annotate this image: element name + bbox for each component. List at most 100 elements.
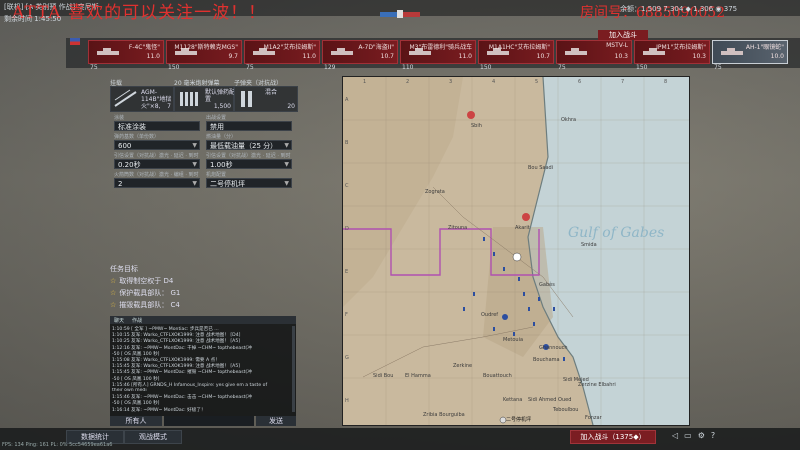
vehicle-br: 11.0 xyxy=(302,53,316,60)
star-icon: ☆ xyxy=(110,289,117,297)
fuse-select-2[interactable]: 1.00秒 ▼ xyxy=(206,159,292,169)
team-score-bar xyxy=(380,10,420,18)
vehicle-slot[interactable]: A-7D"海盗II" 10.7 xyxy=(322,40,398,64)
city-label: Bouattouch xyxy=(483,373,512,379)
tab-chat[interactable]: 聊天 xyxy=(114,317,124,324)
vehicle-icon xyxy=(565,48,587,55)
vehicle-name: IPM1"艾布拉姆斯" xyxy=(656,44,706,51)
chat-message: 1:15:45 友军: Warko_CTFLXOK1999: 注意 战术地图！ … xyxy=(112,364,241,370)
missile-icon xyxy=(114,89,137,107)
help-icon[interactable]: ? xyxy=(711,431,721,440)
vehicle-br: 9.7 xyxy=(228,53,238,60)
city-label: Okhra xyxy=(561,117,577,123)
belt-icon xyxy=(241,91,252,107)
chat-message: 1:10:25 友军: Warko_CTFLXOK1999: 注意 战术地图！ … xyxy=(112,339,241,345)
chat-message: 1:15:46 友军: ~PMW~ MontDac: 击击 ~CHM~ topt… xyxy=(112,395,252,401)
objective-2: ☆ 保护载具部队： G1 xyxy=(110,288,180,298)
system-icons: ◁▭⚙? xyxy=(672,431,721,440)
join-battle-button[interactable]: 加入战斗（1375◆） xyxy=(570,430,656,444)
rocket-label: 火箭筒数（对抗战）激光 · 编组 · 到时 xyxy=(114,172,199,178)
chevron-down-icon: ▼ xyxy=(192,142,197,149)
star-icon: ☆ xyxy=(110,277,117,285)
city-label: Gabès xyxy=(539,282,555,288)
map-column-label: 1 xyxy=(363,79,367,85)
spawn-select[interactable]: 二号停机坪 ▼ xyxy=(206,178,292,188)
ammo-label: 弹药基数（单份数） xyxy=(114,134,160,140)
vehicle-slot[interactable]: IPM1"艾布拉姆斯" 10.3 xyxy=(634,40,710,64)
vehicle-slot[interactable]: M3"布雷德利"骑兵战车 11.0 xyxy=(400,40,476,64)
enemy-score xyxy=(403,12,420,17)
fuse-select-1[interactable]: 0.20秒 ▼ xyxy=(114,159,200,169)
city-label: Bouchama xyxy=(533,357,560,363)
vehicle-br: 10.3 xyxy=(614,53,628,60)
vehicle-spawn-cost: 129 xyxy=(324,64,336,71)
map-row-label: H xyxy=(345,398,349,404)
vehicle-slot[interactable]: MSTV-L 10.3 xyxy=(556,40,632,64)
city-label: Zerkine xyxy=(453,363,473,369)
chat-panel: 聊天 作战 1:10:59 [ 全军 ] ~PMW~ Montiac: 步兵是否… xyxy=(110,316,296,416)
city-label: Kettana xyxy=(503,397,523,403)
city-label: Oudref xyxy=(481,312,499,318)
vehicle-spawn-cost: 150 xyxy=(480,64,492,71)
map-column-label: 7 xyxy=(621,79,625,85)
weapon-preset-slot[interactable]: AGM-114B"地狱火"×8, 7 xyxy=(110,86,174,112)
map-row-label: G xyxy=(345,355,349,361)
vehicle-name: AH-1"眼镜蛇" xyxy=(745,44,784,51)
vehicle-slot[interactable]: M1A1HC"艾布拉姆斯" 10.7 xyxy=(478,40,554,64)
deploy-value: 禁用 xyxy=(210,123,224,131)
star-icon: ☆ xyxy=(110,301,117,309)
rocket-select[interactable]: 2 ▼ xyxy=(114,178,200,188)
deploy-select[interactable]: 禁用 xyxy=(206,121,292,131)
vehicle-slot[interactable]: AH-1"眼镜蛇" 10.0 xyxy=(712,40,788,64)
vehicle-spawn-cost: 110 xyxy=(402,64,414,71)
tab-battle[interactable]: 作战 xyxy=(132,317,142,324)
city-label: Smida xyxy=(581,242,597,248)
chat-scrollbar[interactable] xyxy=(292,326,295,412)
screen-icon[interactable]: ▭ xyxy=(684,431,698,440)
chat-channel-button[interactable]: 所有人 xyxy=(110,416,162,426)
city-label: Ghannouch xyxy=(539,345,568,351)
vehicle-br: 10.7 xyxy=(536,53,550,60)
rocket-value: 2 xyxy=(118,180,123,188)
vehicle-spawn-cost: 75 xyxy=(714,64,722,71)
chat-message: 1:16:14 友军: ~PMW~ MontDac: 好极了！ xyxy=(112,407,206,413)
city-label: Sidi Ahmed Oued xyxy=(528,397,572,403)
spectate-button[interactable]: 观战模式 xyxy=(124,430,182,444)
join-battle-top-button[interactable]: 加入战斗 xyxy=(598,30,648,40)
fuel-select[interactable]: 最低载油量（25 分） ▼ xyxy=(206,140,292,150)
vehicle-slot[interactable]: M1A2"艾布拉姆斯" 11.0 xyxy=(244,40,320,64)
send-button[interactable]: 发送 xyxy=(256,416,296,426)
fuse-value-1: 0.20秒 xyxy=(118,161,141,169)
nation-flag-icon xyxy=(70,38,80,45)
chat-message: their own medi xyxy=(112,388,147,393)
settings-icon[interactable]: ⚙ xyxy=(698,431,711,440)
chat-tabs: 聊天 作战 xyxy=(110,316,296,324)
spawn-label: 机炮配置 xyxy=(206,172,227,178)
vehicle-name: MSTV-L xyxy=(606,42,628,49)
chevron-down-icon: ▼ xyxy=(284,142,289,149)
camo-select[interactable]: 标准涂装 xyxy=(114,121,200,131)
city-label: Fonzar xyxy=(585,415,602,421)
chat-input[interactable] xyxy=(164,416,254,426)
vehicle-slot[interactable]: M1128"斯特赖克MGS" 9.7 xyxy=(166,40,242,64)
belt-slot[interactable]: 混合 20 xyxy=(234,86,298,112)
ammo-select[interactable]: 600 ▼ xyxy=(114,140,200,150)
chevron-down-icon: ▼ xyxy=(284,161,289,168)
sound-icon[interactable]: ◁ xyxy=(672,431,684,440)
chevron-down-icon: ▼ xyxy=(192,180,197,187)
camo-label: 涂装 xyxy=(114,115,125,121)
chat-message: -50 [ OS 凤凰 100 秒] xyxy=(112,401,160,407)
map-column-label: 6 xyxy=(578,79,582,85)
fuse-value-2: 1.00秒 xyxy=(210,161,233,169)
cannon-ammo-slot[interactable]: 默认弹药配置 1,500 xyxy=(174,86,235,112)
spawn-value: 二号停机坪 xyxy=(210,180,245,188)
vehicle-slot[interactable]: F-4C"鬼怪" 11.0 xyxy=(88,40,164,64)
chat-message: 1:10:15 友军: Warko_CTFLXOK1999: 注意 战术地图！ … xyxy=(112,333,241,339)
vehicle-spawn-cost: 75 xyxy=(90,64,98,71)
objective-1: ☆ 取得制空权于 D4 xyxy=(110,276,173,286)
loadout-panel: 挂载 20 毫米炮射弹幕 子弹夹（对抗战） AGM-114B"地狱火"×8, 7… xyxy=(110,78,298,188)
city-label: Zitouna xyxy=(448,225,468,231)
performance-readout: FPS: 134 Ping: 161 PL: 0% 5cc54659ea61a6 xyxy=(2,442,113,448)
tactical-map[interactable]: 1 2 3 4 5 6 7 8 A B C D E F G H Gulf of Gabes Sbih Okhr… xyxy=(342,76,690,426)
city-label: Sidi Bou xyxy=(373,373,394,379)
